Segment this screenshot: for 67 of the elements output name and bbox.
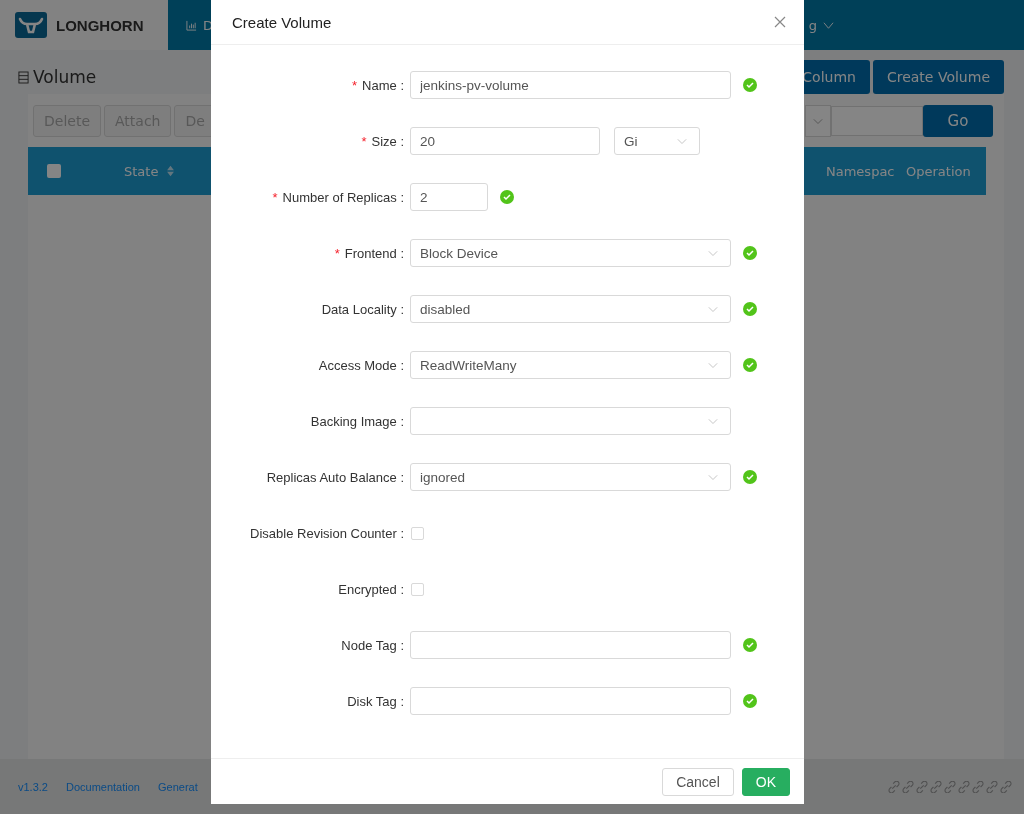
select-field[interactable] bbox=[410, 407, 731, 435]
field-label: Backing Image : bbox=[310, 413, 404, 429]
text-field[interactable] bbox=[410, 687, 731, 715]
required-mark: * bbox=[334, 245, 340, 261]
caret-icon bbox=[708, 248, 718, 258]
required-mark: * bbox=[361, 133, 367, 149]
footer-link[interactable]: v1.3.2 bbox=[18, 780, 48, 793]
field-label: Size : bbox=[371, 133, 404, 149]
close-icon[interactable] bbox=[774, 16, 786, 28]
link-icon[interactable] bbox=[916, 780, 928, 793]
checkbox[interactable] bbox=[411, 582, 424, 596]
sort-icon bbox=[166, 165, 176, 177]
field-label: Disk Tag : bbox=[347, 693, 404, 709]
list-icon bbox=[18, 70, 29, 84]
size-field[interactable]: 20 bbox=[410, 127, 600, 155]
caret-icon bbox=[708, 472, 718, 482]
field-label: Node Tag : bbox=[341, 637, 404, 653]
field-label: Data Locality : bbox=[321, 301, 404, 317]
link-icon[interactable] bbox=[1000, 780, 1012, 793]
link-icon[interactable] bbox=[972, 780, 984, 793]
footer-link[interactable]: Documentation bbox=[65, 780, 140, 793]
filter-select[interactable] bbox=[805, 105, 831, 137]
field-label: Frontend : bbox=[344, 245, 404, 261]
link-icon[interactable] bbox=[944, 780, 956, 793]
caret-icon bbox=[708, 360, 718, 370]
column-header: Operation bbox=[905, 163, 972, 179]
footer-link[interactable]: Generat bbox=[157, 780, 198, 793]
field-label: Access Mode : bbox=[318, 357, 404, 373]
select-all-checkbox[interactable] bbox=[47, 164, 61, 178]
link-icon[interactable] bbox=[888, 780, 900, 793]
text-field[interactable]: jenkins-pv-volume bbox=[410, 71, 731, 99]
select-field[interactable]: ignored bbox=[410, 463, 731, 491]
page-title: Volume bbox=[33, 67, 97, 87]
caret-icon bbox=[677, 136, 687, 146]
brand-name: LONGHORN bbox=[56, 16, 144, 34]
checkbox[interactable] bbox=[411, 526, 424, 540]
bar-chart-icon bbox=[186, 19, 197, 31]
go-button[interactable]: Go bbox=[923, 105, 993, 137]
select-field[interactable]: Block Device bbox=[410, 239, 731, 267]
action-button[interactable]: Create Volume bbox=[872, 60, 1004, 94]
link-icon[interactable] bbox=[958, 780, 970, 793]
select-field[interactable]: disabled bbox=[410, 295, 731, 323]
ok-button[interactable]: OK bbox=[741, 767, 790, 796]
field-label: Encrypted : bbox=[338, 581, 404, 597]
column-header: Namespac bbox=[826, 163, 896, 179]
caret-icon bbox=[708, 416, 718, 426]
number-field[interactable]: 2 bbox=[410, 183, 488, 211]
field-label: Number of Replicas : bbox=[282, 189, 404, 205]
nav-item[interactable]: g bbox=[808, 17, 834, 33]
cancel-button[interactable]: Cancel bbox=[662, 767, 734, 796]
text-field[interactable] bbox=[410, 631, 731, 659]
column-header[interactable]: State bbox=[124, 163, 176, 179]
unit-select[interactable]: Gi bbox=[614, 127, 700, 155]
dialog-title: Create Volume bbox=[232, 13, 332, 31]
required-mark: * bbox=[352, 77, 358, 93]
caret-icon bbox=[708, 304, 718, 314]
select-field[interactable]: ReadWriteMany bbox=[410, 351, 731, 379]
field-label: Disable Revision Counter : bbox=[250, 525, 404, 541]
link-icon[interactable] bbox=[930, 780, 942, 793]
link-icon[interactable] bbox=[986, 780, 998, 793]
field-label: Replicas Auto Balance : bbox=[266, 469, 404, 485]
bull-logo-icon bbox=[14, 12, 48, 38]
filter-input[interactable] bbox=[831, 106, 923, 136]
caret-icon bbox=[823, 19, 834, 31]
field-label: Name : bbox=[362, 77, 404, 93]
link-icon[interactable] bbox=[902, 780, 914, 793]
required-mark: * bbox=[272, 189, 278, 205]
